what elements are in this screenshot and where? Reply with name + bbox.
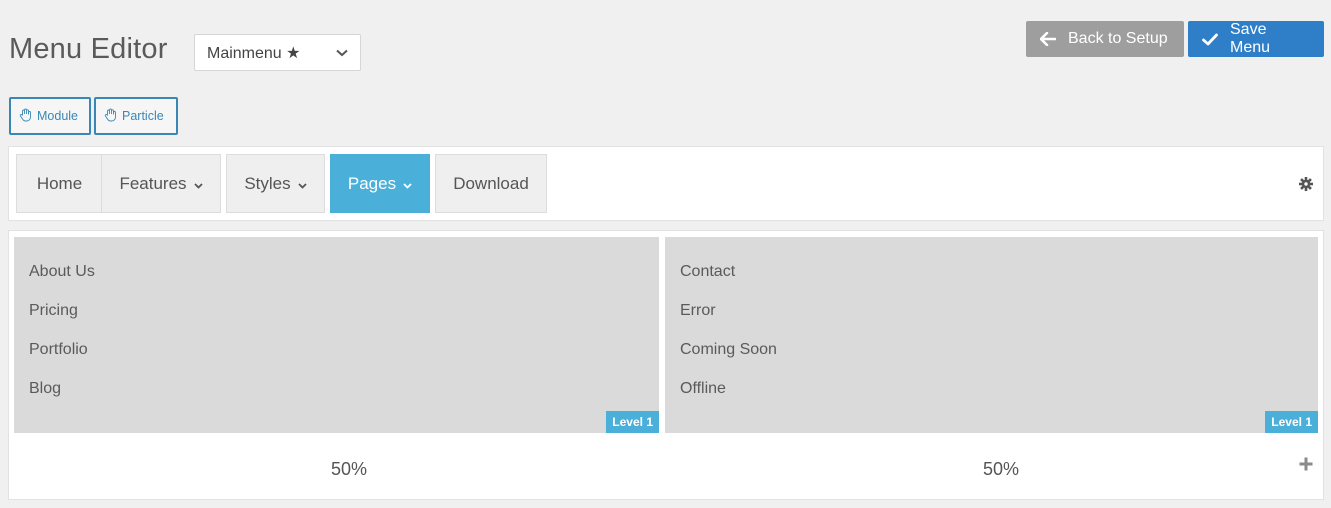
submenu-panel: About Us Pricing Portfolio Blog Level 1 … [8,230,1324,500]
menu-select[interactable]: Mainmenu ★ [194,34,361,71]
nav-item-features[interactable]: Features [101,154,221,213]
back-to-setup-label: Back to Setup [1068,30,1168,47]
nav-item-label: Pages [347,173,397,193]
nav-item-label: Features [119,173,187,193]
submenu-item[interactable]: Contact [680,260,1318,299]
column-width-label[interactable]: 50% [331,459,367,480]
nav-item-pages[interactable]: Pages [330,154,430,213]
submenu-item[interactable]: Error [680,299,1318,338]
chevron-down-icon [193,174,203,194]
check-icon [1202,33,1218,46]
submenu-column[interactable]: About Us Pricing Portfolio Blog Level 1 [14,237,659,433]
particle-chip[interactable]: Particle [94,97,178,135]
submenu-item[interactable]: Offline [680,377,1318,416]
gear-icon[interactable] [1299,177,1313,196]
submenu-column[interactable]: Contact Error Coming Soon Offline Level … [665,237,1318,433]
nav-item-label: Download [453,173,529,193]
chevron-down-icon [403,174,412,194]
menu-select-value: Mainmenu ★ [207,44,301,62]
plus-icon[interactable] [1299,457,1313,476]
save-menu-button[interactable]: Save Menu [1188,21,1324,57]
module-chip[interactable]: Module [9,97,91,135]
nav-item-styles[interactable]: Styles [226,154,325,213]
submenu-item[interactable]: Coming Soon [680,338,1318,377]
level-badge: Level 1 [606,411,659,433]
chevron-down-icon [298,174,307,194]
nav-item-label: Styles [244,173,291,193]
hand-icon [19,108,32,125]
particle-chip-label: Particle [122,109,164,123]
level-badge: Level 1 [1265,411,1318,433]
submenu-item[interactable]: About Us [29,260,659,299]
menu-items-panel: Home Features Styles Pages Download [8,146,1324,221]
save-menu-label: Save Menu [1230,21,1271,56]
submenu-item[interactable]: Pricing [29,299,659,338]
hand-icon [104,108,117,125]
back-to-setup-button[interactable]: Back to Setup [1026,21,1184,57]
arrow-left-icon [1040,32,1056,46]
column-width-label[interactable]: 50% [983,459,1019,480]
page-title: Menu Editor [9,33,168,65]
nav-item-download[interactable]: Download [435,154,547,213]
submenu-item[interactable]: Blog [29,377,659,416]
nav-item-home[interactable]: Home [16,154,103,213]
chevron-down-icon [336,49,348,57]
submenu-item[interactable]: Portfolio [29,338,659,377]
nav-item-label: Home [36,173,83,193]
module-chip-label: Module [37,109,78,123]
